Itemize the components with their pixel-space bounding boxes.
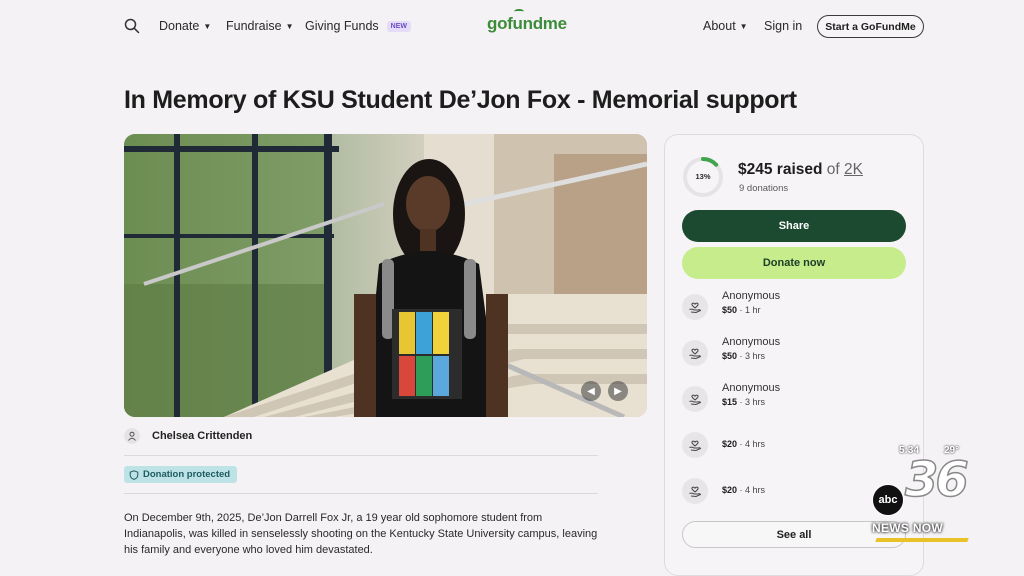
chevron-down-icon: ▼ [203, 21, 212, 31]
donation-time: 4 hrs [745, 485, 766, 495]
donation-protected-label: Donation protected [143, 469, 231, 480]
search-icon[interactable] [124, 18, 140, 34]
donation-time: 1 hr [745, 305, 761, 315]
start-gofundme-button[interactable]: Start a GoFundMe [817, 15, 924, 38]
donation-amount: $50 [722, 305, 738, 315]
nav-about-label: About [703, 19, 736, 33]
logo-mark-icon [514, 9, 524, 14]
donor-row: Anonymous $50 · 1 hr [682, 290, 902, 326]
donor-name: Anonymous [722, 336, 781, 348]
donation-meta: $20 · 4 hrs [722, 485, 765, 495]
heart-hand-icon [682, 386, 708, 412]
heart-hand-icon [682, 340, 708, 366]
nav-about[interactable]: About ▼ [703, 19, 748, 33]
donation-time: 3 hrs [745, 397, 766, 407]
donation-meta: $50 · 1 hr [722, 305, 761, 315]
donor-name: Anonymous [722, 382, 781, 394]
next-photo-button[interactable]: ▶ [608, 381, 628, 401]
new-badge: NEW [386, 20, 411, 32]
donor-row: $20 · 4 hrs [682, 428, 902, 464]
donation-time: 3 hrs [745, 351, 766, 361]
abc-logo: abc [872, 484, 904, 516]
separator: · [737, 305, 746, 315]
nav-giving-funds[interactable]: Giving Funds NEW [305, 19, 411, 33]
person-icon [124, 428, 140, 444]
donation-meta: $15 · 3 hrs [722, 397, 765, 407]
donor-name: Anonymous [722, 290, 781, 302]
organizer-row[interactable]: Chelsea Crittenden [124, 428, 252, 444]
news-now-brand: NEWS NOW [872, 521, 944, 535]
donation-amount: $15 [722, 397, 738, 407]
raised-amount: $245 raised [738, 161, 823, 178]
donation-protected-badge[interactable]: Donation protected [124, 466, 238, 483]
gofundme-logo[interactable]: gofundme [487, 14, 567, 34]
heart-hand-icon [682, 432, 708, 458]
campaign-photo[interactable]: ◀ ▶ [124, 134, 647, 417]
previous-photo-button[interactable]: ◀ [581, 381, 601, 401]
nav-sign-in[interactable]: Sign in [764, 19, 802, 33]
nav-giving-funds-label: Giving Funds [305, 19, 379, 33]
donate-now-button[interactable]: Donate now [682, 247, 906, 279]
donation-amount: $20 [722, 439, 738, 449]
campaign-story: On December 9th, 2025, De’Jon Darrell Fo… [124, 512, 598, 556]
heart-hand-icon [682, 294, 708, 320]
progress-percent: 13% [695, 172, 711, 181]
campaign-title: In Memory of KSU Student De’Jon Fox - Me… [124, 86, 797, 114]
donation-time: 4 hrs [745, 439, 766, 449]
separator: · [737, 351, 746, 361]
organizer-name[interactable]: Chelsea Crittenden [152, 430, 252, 442]
campaign-photo-image [124, 134, 647, 417]
separator: · [737, 485, 746, 495]
divider [124, 455, 598, 456]
nav-fundraise[interactable]: Fundraise ▼ [226, 19, 294, 33]
top-navigation: Donate ▼ Fundraise ▼ Giving Funds NEW go… [0, 0, 1024, 54]
donation-count: 9 donations [739, 183, 789, 194]
chevron-down-icon: ▼ [739, 21, 748, 31]
nav-donate[interactable]: Donate ▼ [159, 19, 211, 33]
donor-row: Anonymous $15 · 3 hrs [682, 382, 902, 418]
nav-sign-in-label: Sign in [764, 19, 803, 33]
donation-meta: $20 · 4 hrs [722, 439, 765, 449]
channel-number: 36 [904, 451, 969, 509]
heart-hand-icon [682, 478, 708, 504]
donation-meta: $50 · 3 hrs [722, 351, 765, 361]
divider [124, 493, 598, 494]
brand-underline [875, 538, 969, 542]
nav-donate-label: Donate [159, 19, 200, 33]
donor-row: $20 · 4 hrs [682, 474, 902, 510]
goal-amount[interactable]: 2K [844, 161, 863, 178]
share-button[interactable]: Share [682, 210, 906, 242]
shield-icon [129, 469, 139, 480]
nav-fundraise-label: Fundraise [226, 19, 282, 33]
separator: · [737, 397, 746, 407]
donor-row: Anonymous $50 · 3 hrs [682, 336, 902, 372]
donation-amount: $20 [722, 485, 738, 495]
raised-of: of [826, 161, 840, 178]
separator: · [737, 439, 746, 449]
chevron-down-icon: ▼ [285, 21, 294, 31]
donation-amount: $50 [722, 351, 738, 361]
amount-raised: $245 raised of 2K [738, 161, 863, 179]
